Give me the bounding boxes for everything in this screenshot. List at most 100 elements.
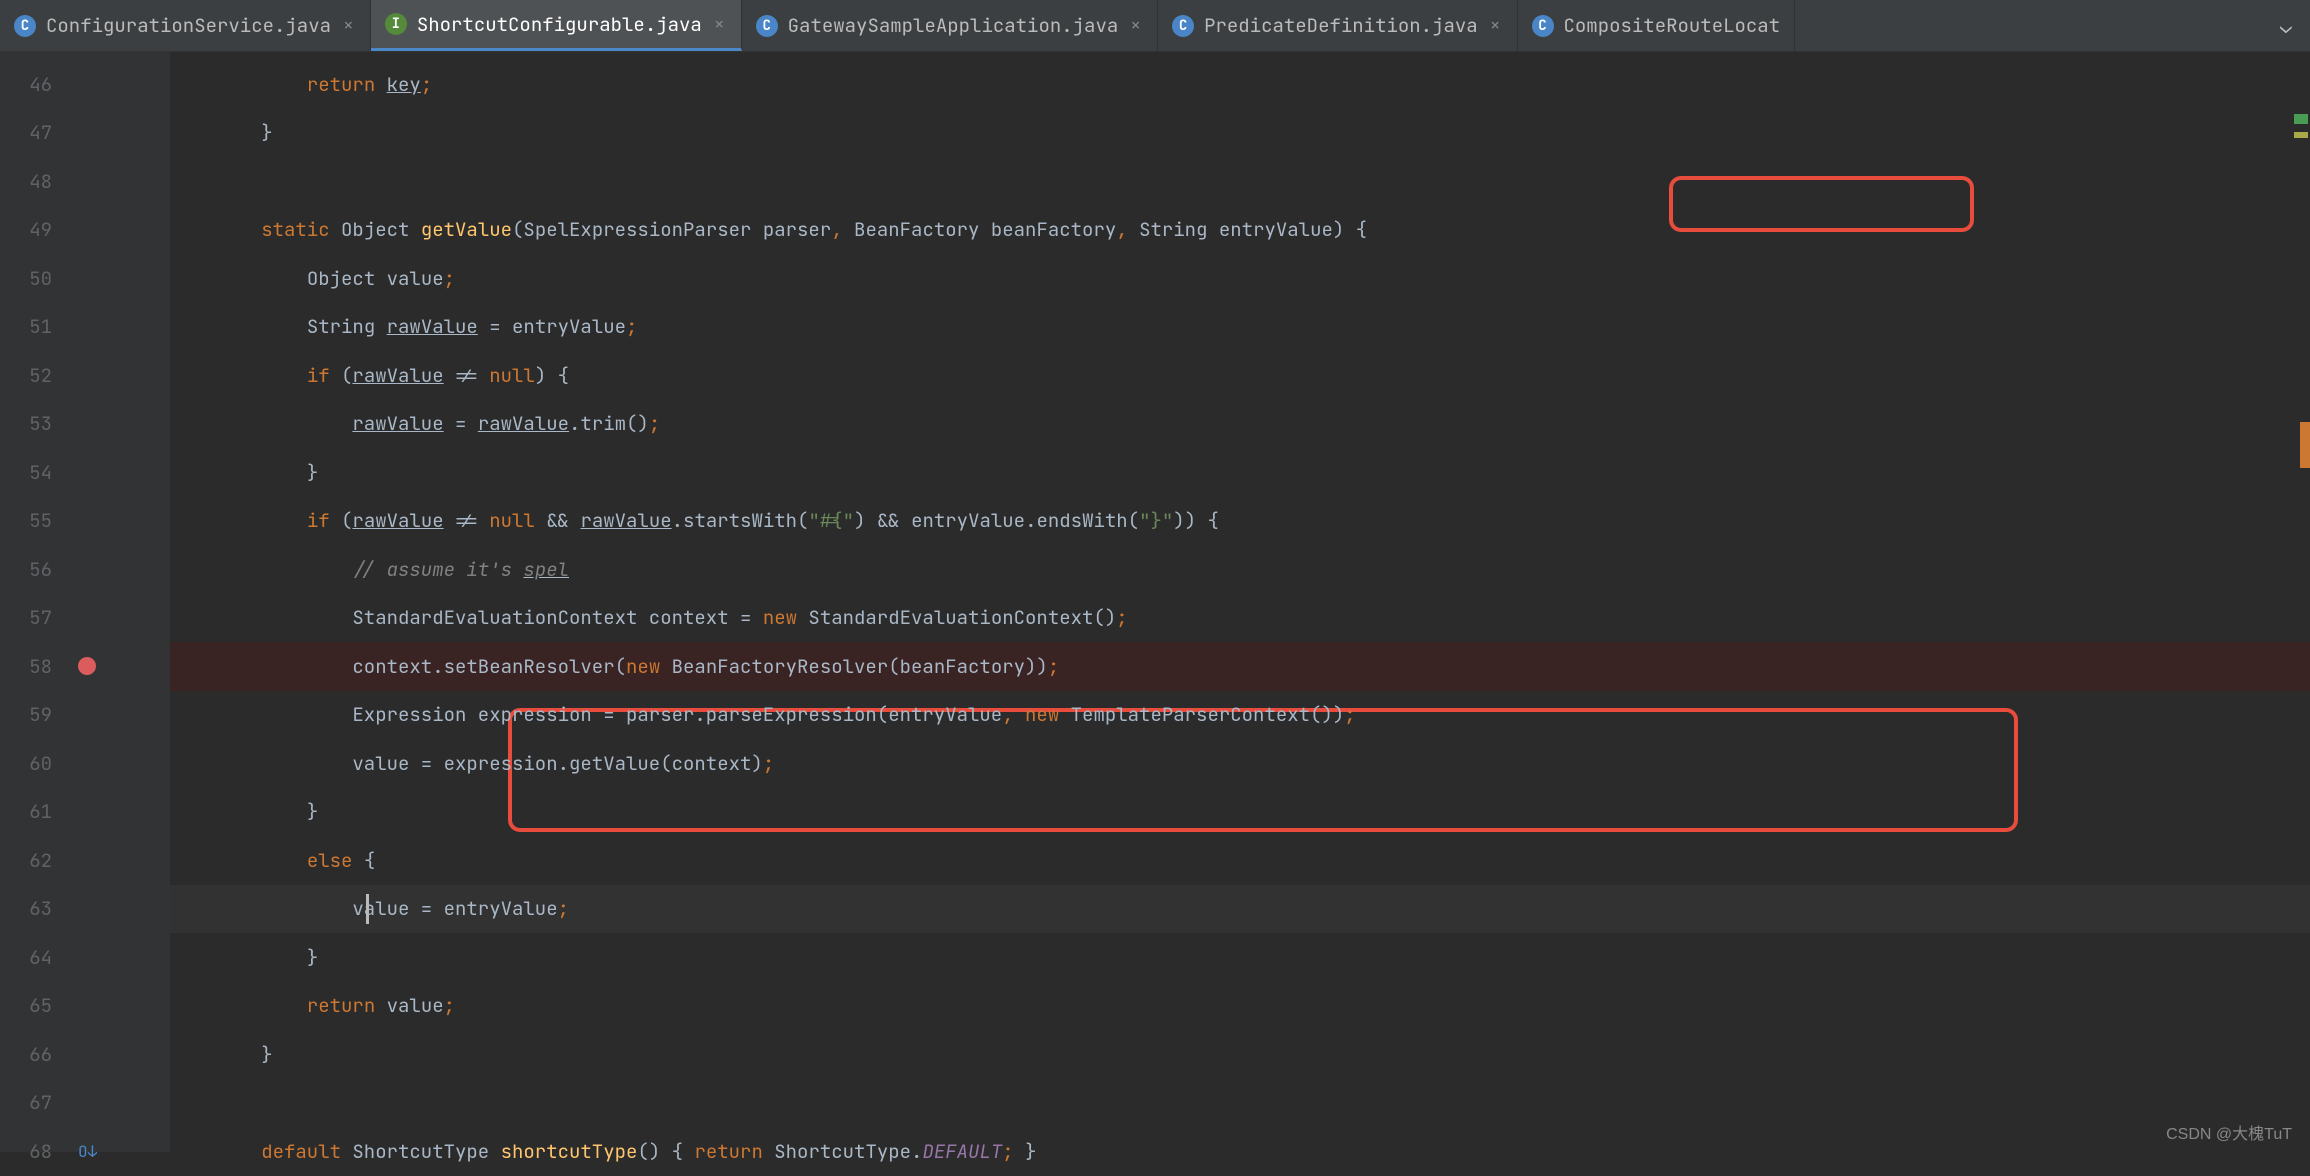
code-line[interactable] (170, 157, 2310, 206)
tab-label: ShortcutConfigurable.java (417, 12, 702, 37)
line-number: 60 (0, 751, 60, 776)
code-line[interactable]: } (170, 448, 2310, 497)
gutter-row[interactable]: 66 (0, 1030, 170, 1079)
code-line[interactable]: value = entryValue; (170, 885, 2310, 934)
gutter-row[interactable]: 53 (0, 400, 170, 449)
inspection-marker-error[interactable] (2300, 422, 2310, 468)
tab-overflow-dropdown[interactable]: ⌄ (2262, 13, 2310, 39)
gutter: 46 47 48 49 50 51 52 53 54 55 56 57 58 59 60 61 62 63 64 65… (0, 52, 170, 1152)
line-number: 49 (0, 217, 60, 242)
close-icon[interactable]: × (1128, 14, 1143, 37)
editor: 46 47 48 49 50 51 52 53 54 55 56 57 58 59 60 61 62 63 64 65… (0, 52, 2310, 1152)
file-type-icon: C (1172, 15, 1194, 37)
code-line[interactable]: } (170, 933, 2310, 982)
gutter-row[interactable]: 52 (0, 351, 170, 400)
override-icon[interactable]: O↓ (78, 1141, 97, 1162)
inspection-marker-warn[interactable] (2294, 132, 2308, 138)
code-line[interactable]: } (170, 1030, 2310, 1079)
gutter-row[interactable]: 50 (0, 254, 170, 303)
code-line[interactable]: } (170, 109, 2310, 158)
line-number: 64 (0, 945, 60, 970)
gutter-row[interactable]: 60 (0, 739, 170, 788)
line-number: 63 (0, 896, 60, 921)
close-icon[interactable]: × (341, 14, 356, 37)
gutter-row[interactable]: 56 (0, 545, 170, 594)
gutter-row[interactable]: 64 (0, 933, 170, 982)
code-line[interactable]: Object value; (170, 254, 2310, 303)
gutter-row[interactable]: 58 (0, 642, 170, 691)
gutter-row[interactable]: 68 O↓ (0, 1127, 170, 1176)
inspection-marker-ok[interactable] (2294, 114, 2308, 124)
line-number: 52 (0, 363, 60, 388)
tab-4[interactable]: C CompositeRouteLocat (1518, 0, 1796, 51)
file-type-icon: C (14, 15, 36, 37)
tab-label: CompositeRouteLocat (1564, 13, 1781, 38)
gutter-row[interactable]: 55 (0, 497, 170, 546)
line-number: 62 (0, 848, 60, 873)
code-line[interactable]: Expression expression = parser.parseExpr… (170, 691, 2310, 740)
code-line[interactable]: value = expression.getValue(context); (170, 739, 2310, 788)
code-line[interactable]: if (rawValue != null) { (170, 351, 2310, 400)
line-number: 61 (0, 799, 60, 824)
gutter-row[interactable]: 49 (0, 206, 170, 255)
watermark: CSDN @大槐TuT (2166, 1120, 2292, 1144)
code-line[interactable]: // assume it's spel (170, 545, 2310, 594)
gutter-row[interactable]: 59 (0, 691, 170, 740)
gutter-row[interactable]: 48 (0, 157, 170, 206)
line-number: 50 (0, 266, 60, 291)
gutter-row[interactable]: 67 (0, 1079, 170, 1128)
text-caret (366, 894, 369, 924)
line-number: 47 (0, 120, 60, 145)
line-number: 53 (0, 411, 60, 436)
close-icon[interactable]: × (712, 13, 727, 36)
gutter-row[interactable]: 63 (0, 885, 170, 934)
code-line[interactable]: return key; (170, 60, 2310, 109)
code-line[interactable]: default ShortcutType shortcutType() { re… (170, 1127, 2310, 1176)
file-type-icon: I (385, 13, 407, 35)
gutter-row[interactable]: 61 (0, 788, 170, 837)
code-line[interactable]: if (rawValue != null && rawValue.startsW… (170, 497, 2310, 546)
gutter-row[interactable]: 54 (0, 448, 170, 497)
code-line[interactable]: return value; (170, 982, 2310, 1031)
gutter-row[interactable]: 47 (0, 109, 170, 158)
gutter-row[interactable]: 46 (0, 60, 170, 109)
tab-label: GatewaySampleApplication.java (788, 13, 1119, 38)
line-number: 51 (0, 314, 60, 339)
line-number: 56 (0, 557, 60, 582)
gutter-row[interactable]: 65 (0, 982, 170, 1031)
line-number: 57 (0, 605, 60, 630)
file-type-icon: C (1532, 15, 1554, 37)
line-number: 59 (0, 702, 60, 727)
tab-2[interactable]: C GatewaySampleApplication.java × (742, 0, 1158, 51)
file-type-icon: C (756, 15, 778, 37)
tab-1[interactable]: I ShortcutConfigurable.java × (371, 0, 742, 51)
code-line[interactable]: context.setBeanResolver(new BeanFactoryR… (170, 642, 2310, 691)
code-line[interactable]: String rawValue = entryValue; (170, 303, 2310, 352)
line-number: 65 (0, 993, 60, 1018)
code-area[interactable]: return key; } static Object getValue(Spe… (170, 52, 2310, 1152)
code-line[interactable]: static Object getValue(SpelExpressionPar… (170, 206, 2310, 255)
tab-label: ConfigurationService.java (46, 13, 331, 38)
line-number: 55 (0, 508, 60, 533)
gutter-row[interactable]: 62 (0, 836, 170, 885)
tab-bar: C ConfigurationService.java × I ShortcutConf… (0, 0, 2310, 52)
code-line[interactable] (170, 1079, 2310, 1128)
line-number: 46 (0, 72, 60, 97)
gutter-row[interactable]: 51 (0, 303, 170, 352)
gutter-row[interactable]: 57 (0, 594, 170, 643)
line-number: 66 (0, 1042, 60, 1067)
line-number: 58 (0, 654, 60, 679)
code-line[interactable]: StandardEvaluationContext context = new … (170, 594, 2310, 643)
tab-label: PredicateDefinition.java (1204, 13, 1478, 38)
code-line[interactable]: else { (170, 836, 2310, 885)
code-line[interactable]: rawValue = rawValue.trim(); (170, 400, 2310, 449)
line-number: 48 (0, 169, 60, 194)
breakpoint-icon[interactable] (78, 657, 96, 675)
tab-0[interactable]: C ConfigurationService.java × (0, 0, 371, 51)
line-number: 54 (0, 460, 60, 485)
line-number: 67 (0, 1090, 60, 1115)
close-icon[interactable]: × (1488, 14, 1503, 37)
tab-3[interactable]: C PredicateDefinition.java × (1158, 0, 1517, 51)
code-line[interactable]: } (170, 788, 2310, 837)
line-number: 68 (0, 1139, 60, 1164)
